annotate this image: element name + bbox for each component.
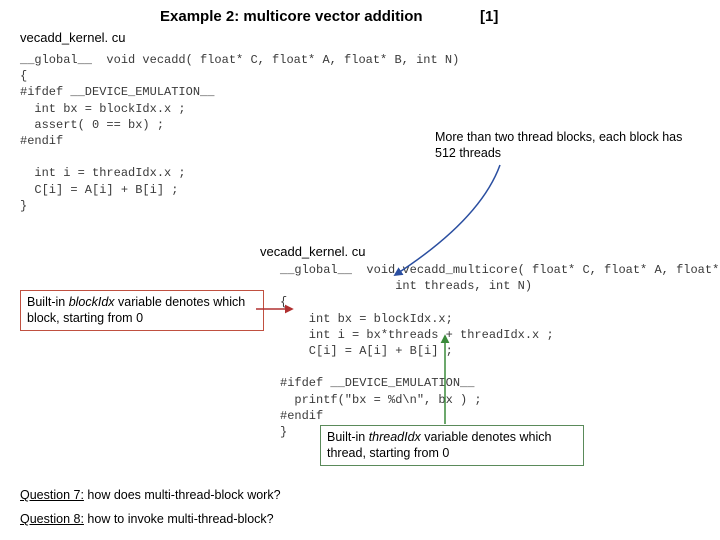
slide-title-ref: [1]	[480, 8, 498, 25]
q8-text: how to invoke multi-thread-block?	[84, 512, 274, 526]
file-label-2: vecadd_kernel. cu	[260, 244, 366, 259]
note2-pre: Built-in	[27, 295, 69, 309]
slide-title: Example 2: multicore vector addition	[160, 8, 423, 25]
annotation-threadidx: Built-in threadIdx variable denotes whic…	[320, 425, 584, 466]
note3-pre: Built-in	[327, 430, 369, 444]
annotation-thread-blocks: More than two thread blocks, each block …	[435, 130, 685, 161]
note2-var: blockIdx	[69, 295, 115, 309]
q7-label: Question 7:	[20, 488, 84, 502]
note3-var: threadIdx	[369, 430, 421, 444]
question-7: Question 7: how does multi-thread-block …	[20, 488, 281, 502]
code-block-2: __global__ void vecadd_multicore( float*…	[280, 262, 720, 440]
q7-text: how does multi-thread-block work?	[84, 488, 281, 502]
code-block-1: __global__ void vecadd( float* C, float*…	[20, 52, 459, 214]
annotation-blockidx: Built-in blockIdx variable denotes which…	[20, 290, 264, 331]
q8-label: Question 8:	[20, 512, 84, 526]
question-8: Question 8: how to invoke multi-thread-b…	[20, 512, 274, 526]
file-label-1: vecadd_kernel. cu	[20, 30, 126, 45]
